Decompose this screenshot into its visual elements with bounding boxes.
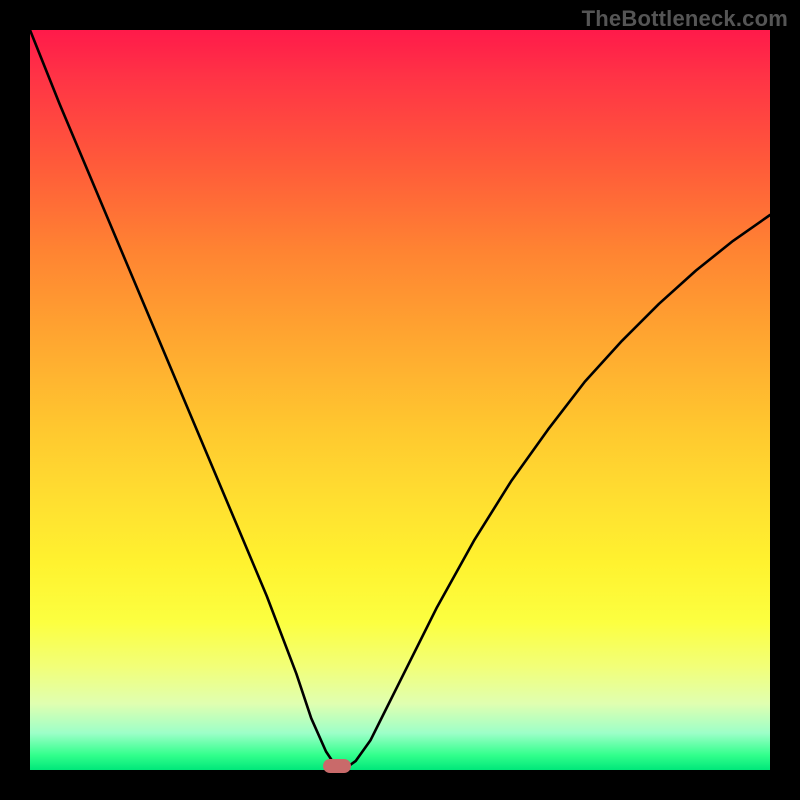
watermark-text: TheBottleneck.com [582,6,788,32]
bottleneck-curve [30,30,770,766]
minimum-marker [323,759,351,773]
plot-area [30,30,770,770]
chart-frame: TheBottleneck.com [0,0,800,800]
curve-svg [30,30,770,770]
